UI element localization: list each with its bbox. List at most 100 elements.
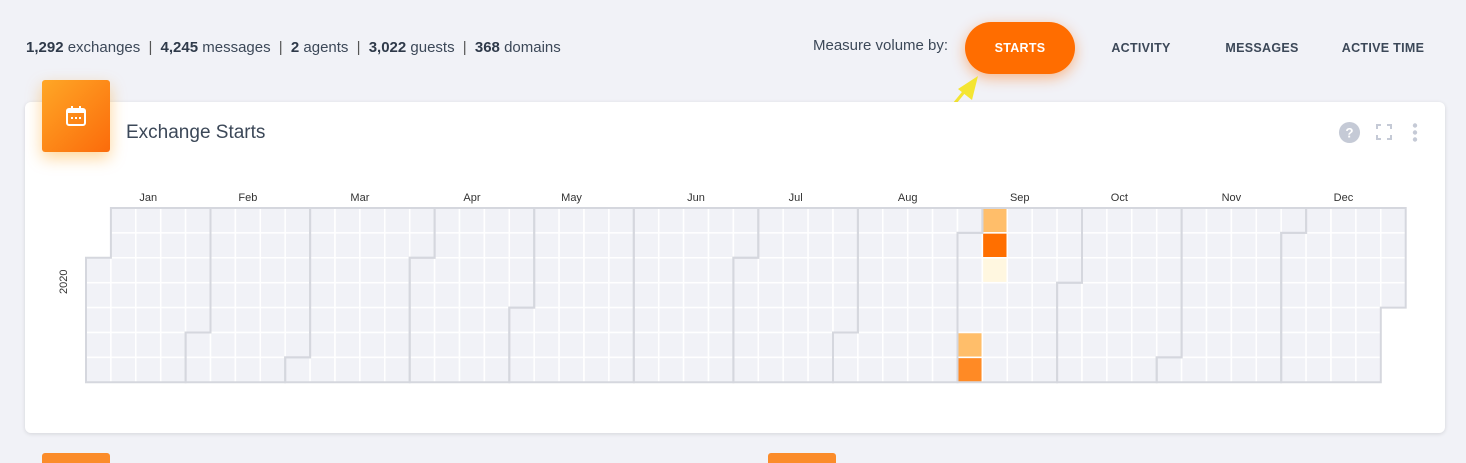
calendar-day-cell[interactable] bbox=[458, 257, 486, 284]
calendar-day-cell[interactable] bbox=[85, 306, 112, 334]
calendar-day-cell[interactable] bbox=[956, 207, 984, 234]
calendar-day-cell[interactable] bbox=[359, 306, 386, 334]
calendar-day-cell[interactable] bbox=[159, 257, 187, 284]
calendar-day-cell[interactable] bbox=[931, 331, 959, 359]
calendar-day-cell[interactable] bbox=[1330, 356, 1357, 384]
calendar-day-cell[interactable] bbox=[359, 281, 386, 309]
calendar-day-cell[interactable] bbox=[184, 331, 212, 359]
calendar-day-cell[interactable] bbox=[135, 306, 162, 334]
calendar-day-cell[interactable] bbox=[384, 331, 411, 359]
calendar-day-cell[interactable] bbox=[1106, 331, 1133, 359]
calendar-day-cell[interactable] bbox=[159, 207, 187, 234]
calendar-day-cell-active[interactable] bbox=[981, 207, 1009, 234]
calendar-day-cell[interactable] bbox=[1355, 207, 1382, 234]
calendar-day-cell[interactable] bbox=[732, 306, 760, 334]
calendar-day-cell[interactable] bbox=[1180, 306, 1208, 334]
calendar-day-cell[interactable] bbox=[334, 331, 361, 359]
calendar-day-cell[interactable] bbox=[1031, 281, 1058, 309]
calendar-day-cell[interactable] bbox=[110, 306, 137, 334]
calendar-day-cell[interactable] bbox=[1131, 306, 1158, 334]
calendar-day-cell[interactable] bbox=[1056, 281, 1083, 309]
calendar-day-cell[interactable] bbox=[1355, 257, 1382, 284]
calendar-day-cell[interactable] bbox=[583, 257, 610, 284]
calendar-day-cell[interactable] bbox=[1355, 356, 1382, 384]
calendar-day-cell[interactable] bbox=[334, 257, 361, 284]
calendar-day-cell[interactable] bbox=[782, 356, 809, 384]
calendar-day-cell[interactable] bbox=[184, 306, 212, 334]
calendar-day-cell[interactable] bbox=[1205, 281, 1233, 309]
calendar-day-cell[interactable] bbox=[533, 232, 560, 259]
calendar-day-cell[interactable] bbox=[209, 281, 237, 309]
calendar-day-cell[interactable] bbox=[384, 306, 411, 334]
calendar-day-cell[interactable] bbox=[931, 232, 959, 259]
calendar-day-cell[interactable] bbox=[458, 281, 486, 309]
calendar-day-cell[interactable] bbox=[732, 331, 760, 359]
calendar-day-cell[interactable] bbox=[882, 281, 909, 309]
calendar-day-cell[interactable] bbox=[1180, 356, 1208, 384]
calendar-day-cell[interactable] bbox=[732, 281, 760, 309]
calendar-day-cell[interactable] bbox=[259, 232, 286, 259]
calendar-day-cell[interactable] bbox=[1305, 232, 1332, 259]
calendar-day-cell[interactable] bbox=[1180, 331, 1208, 359]
calendar-day-cell[interactable] bbox=[1106, 306, 1133, 334]
calendar-day-cell[interactable] bbox=[1106, 257, 1133, 284]
calendar-day-cell[interactable] bbox=[433, 207, 461, 234]
calendar-day-cell[interactable] bbox=[807, 356, 834, 384]
calendar-day-cell[interactable] bbox=[782, 257, 809, 284]
calendar-day-cell[interactable] bbox=[583, 281, 610, 309]
calendar-day-cell[interactable] bbox=[533, 306, 560, 334]
calendar-day-cell[interactable] bbox=[159, 331, 187, 359]
calendar-day-cell[interactable] bbox=[1205, 331, 1233, 359]
calendar-day-cell[interactable] bbox=[284, 232, 311, 259]
calendar-day-cell[interactable] bbox=[259, 356, 286, 384]
calendar-day-cell[interactable] bbox=[558, 306, 585, 334]
calendar-day-cell[interactable] bbox=[408, 356, 436, 384]
calendar-day-cell[interactable] bbox=[259, 257, 286, 284]
calendar-day-cell[interactable] bbox=[1031, 257, 1058, 284]
calendar-day-cell[interactable] bbox=[633, 306, 660, 334]
calendar-day-cell[interactable] bbox=[1155, 331, 1183, 359]
calendar-day-cell[interactable] bbox=[309, 232, 336, 259]
calendar-day-cell[interactable] bbox=[707, 232, 735, 259]
calendar-day-cell[interactable] bbox=[682, 207, 710, 234]
calendar-day-cell[interactable] bbox=[1081, 281, 1108, 309]
calendar-day-cell[interactable] bbox=[384, 356, 411, 384]
calendar-day-cell[interactable] bbox=[359, 356, 386, 384]
calendar-day-cell[interactable] bbox=[882, 257, 909, 284]
calendar-day-cell[interactable] bbox=[135, 257, 162, 284]
calendar-day-cell[interactable] bbox=[334, 232, 361, 259]
calendar-day-cell[interactable] bbox=[558, 232, 585, 259]
calendar-day-cell[interactable] bbox=[832, 306, 859, 334]
calendar-day-cell[interactable] bbox=[832, 232, 859, 259]
calendar-day-cell[interactable] bbox=[732, 232, 760, 259]
calendar-day-cell[interactable] bbox=[782, 281, 809, 309]
calendar-day-cell[interactable] bbox=[284, 356, 311, 384]
calendar-day-cell[interactable] bbox=[857, 306, 884, 334]
calendar-day-cell[interactable] bbox=[1330, 281, 1357, 309]
calendar-day-cell[interactable] bbox=[284, 281, 311, 309]
calendar-day-cell[interactable] bbox=[508, 356, 535, 384]
calendar-day-cell[interactable] bbox=[757, 306, 784, 334]
calendar-day-cell[interactable] bbox=[931, 207, 959, 234]
calendar-day-cell[interactable] bbox=[1006, 306, 1033, 334]
calendar-day-cell[interactable] bbox=[657, 257, 685, 284]
calendar-day-cell[interactable] bbox=[533, 331, 560, 359]
calendar-day-cell[interactable] bbox=[209, 331, 237, 359]
calendar-day-cell[interactable] bbox=[732, 356, 760, 384]
calendar-day-cell[interactable] bbox=[1131, 232, 1158, 259]
calendar-day-cell[interactable] bbox=[1006, 331, 1033, 359]
calendar-day-cell[interactable] bbox=[1155, 281, 1183, 309]
calendar-day-cell[interactable] bbox=[483, 207, 511, 234]
calendar-day-cell[interactable] bbox=[1255, 207, 1282, 234]
calendar-day-cell[interactable] bbox=[458, 306, 486, 334]
calendar-day-cell[interactable] bbox=[657, 232, 685, 259]
calendar-day-cell[interactable] bbox=[1131, 331, 1158, 359]
calendar-day-cell[interactable] bbox=[1106, 232, 1133, 259]
calendar-day-cell[interactable] bbox=[1081, 232, 1108, 259]
calendar-day-cell[interactable] bbox=[508, 257, 535, 284]
calendar-day-cell[interactable] bbox=[334, 306, 361, 334]
calendar-day-cell[interactable] bbox=[931, 356, 959, 384]
calendar-day-cell[interactable] bbox=[682, 232, 710, 259]
calendar-day-cell[interactable] bbox=[1081, 356, 1108, 384]
calendar-day-cell[interactable] bbox=[857, 207, 884, 234]
